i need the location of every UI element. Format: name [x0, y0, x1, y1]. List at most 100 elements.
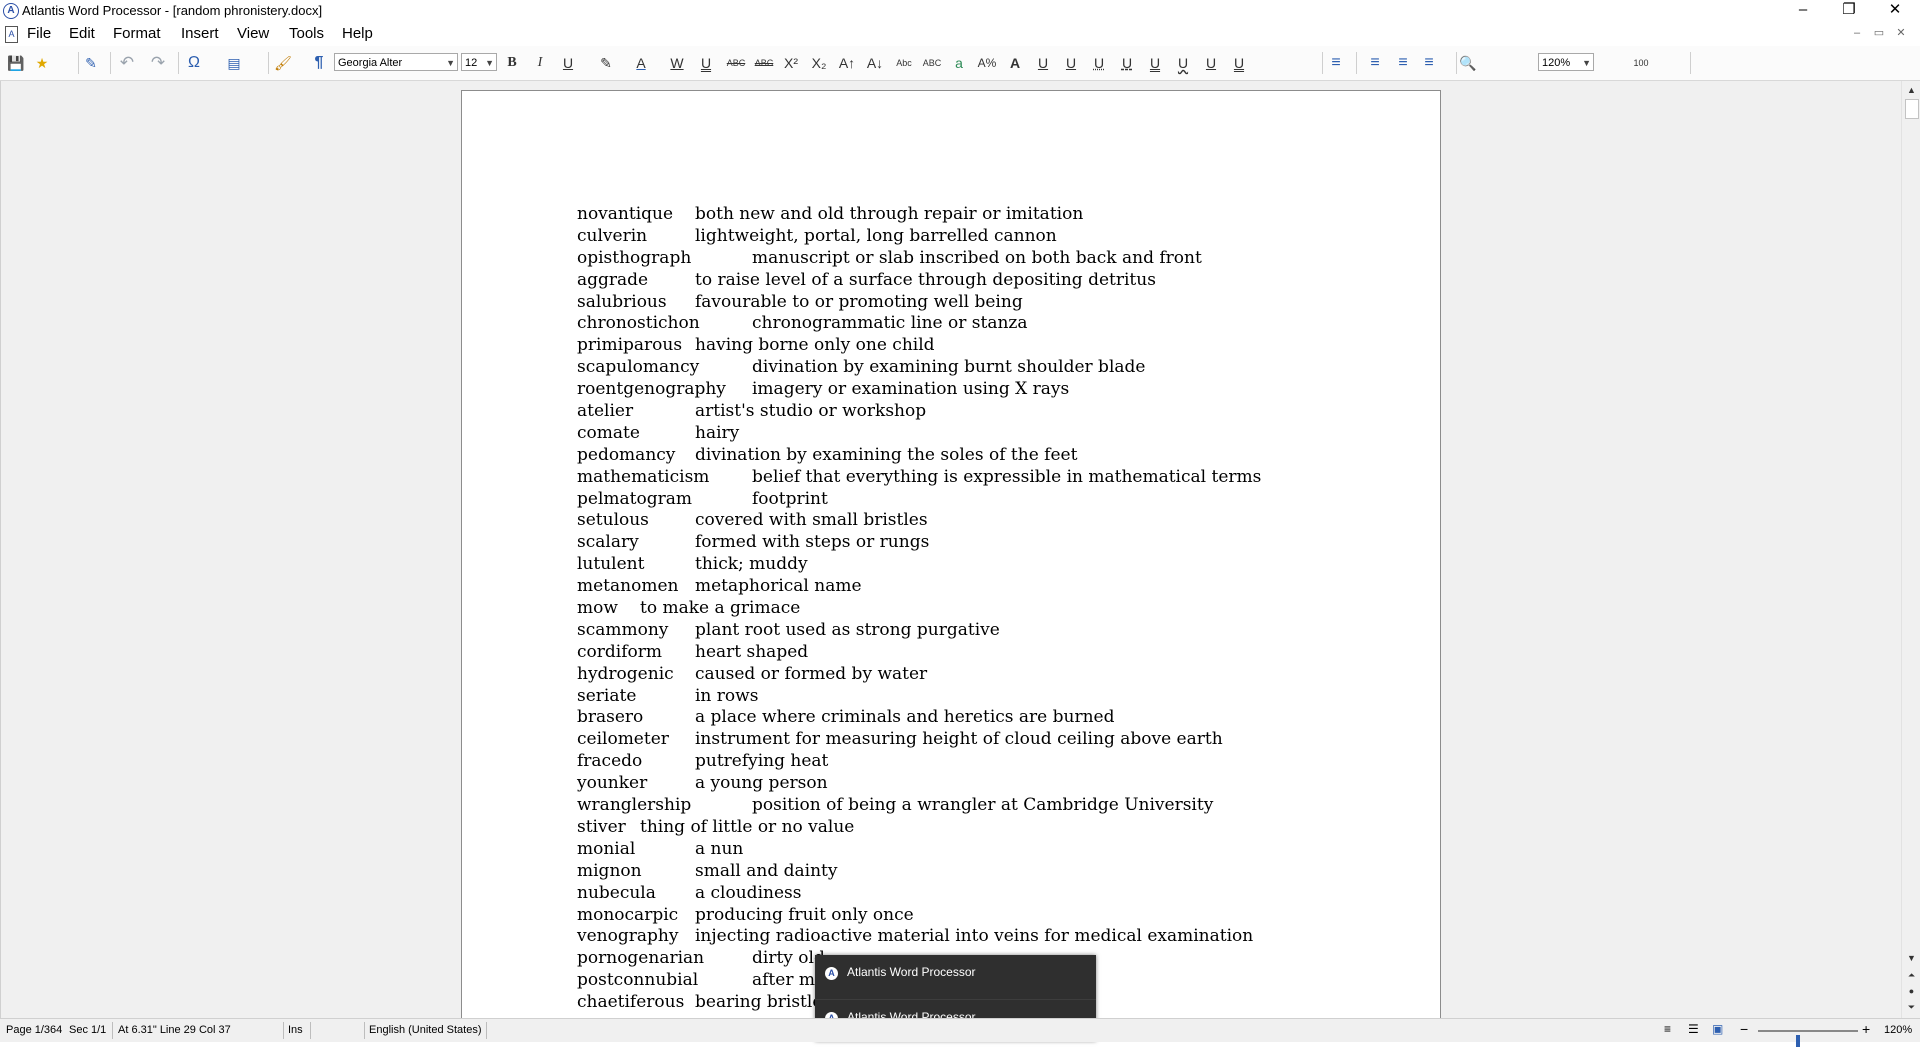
underline-style-6-icon[interactable]: U [1174, 53, 1192, 73]
status-language[interactable]: English (United States) [369, 1024, 482, 1036]
dictionary-entry[interactable]: novantique both new and old through repai… [577, 204, 1377, 226]
scroll-up-arrow-icon[interactable]: ▲ [1902, 82, 1920, 98]
scroll-down-arrow-icon[interactable]: ▼ [1902, 950, 1920, 966]
superscript-icon[interactable]: X² [780, 53, 802, 73]
character-shading-icon[interactable]: a [948, 53, 970, 73]
menu-insert[interactable]: Insert [181, 25, 219, 42]
columns-icon[interactable]: ▤ [224, 53, 244, 73]
bold-icon[interactable]: B [503, 53, 521, 73]
dictionary-entry[interactable]: hydrogenic caused or formed by water [577, 664, 1377, 686]
dictionary-entry[interactable]: aggrade to raise level of a surface throu… [577, 270, 1377, 292]
zoom-slider[interactable] [1758, 1030, 1858, 1047]
dictionary-entry[interactable]: cordiform heart shaped [577, 642, 1377, 664]
dictionary-entry[interactable]: setulous covered with small bristles [577, 510, 1377, 532]
document-workspace[interactable]: novantique both new and old through repai… [0, 81, 1901, 1018]
document-body[interactable]: novantique both new and old through repai… [577, 204, 1377, 1014]
italic-icon[interactable]: I [531, 53, 549, 73]
menu-help[interactable]: Help [342, 25, 373, 42]
close-button[interactable]: ✕ [1872, 0, 1918, 22]
dictionary-entry[interactable]: mignon small and dainty [577, 861, 1377, 883]
menu-tools[interactable]: Tools [289, 25, 324, 42]
dictionary-entry[interactable]: opisthograph manuscript or slab inscribed… [577, 248, 1377, 270]
dictionary-entry[interactable]: nubecula a cloudiness [577, 883, 1377, 905]
dictionary-entry[interactable]: younker a young person [577, 773, 1377, 795]
atlantis-app-icon[interactable]: A [3, 3, 19, 19]
dictionary-entry[interactable]: scapulomancy divination by examining burn… [577, 357, 1377, 379]
doc-close-button[interactable]: ✕ [1890, 26, 1912, 39]
strikethrough-icon[interactable]: ABC [724, 53, 748, 73]
dictionary-entry[interactable]: stiver thing of little or no value [577, 817, 1377, 839]
align-center-icon[interactable]: ≡ [1393, 53, 1413, 73]
subscript-icon[interactable]: X₂ [808, 53, 830, 73]
status-position[interactable]: At 6.31" Line 29 Col 37 [118, 1024, 231, 1036]
status-insert-mode[interactable]: Ins [288, 1024, 303, 1036]
document-page[interactable]: novantique both new and old through repai… [461, 90, 1441, 1018]
menu-view[interactable]: View [237, 25, 269, 42]
dictionary-entry[interactable]: ceilometer instrument for measuring heigh… [577, 729, 1377, 751]
underline-style-3-icon[interactable]: U [1090, 53, 1108, 73]
word-underline-icon[interactable]: W [668, 53, 686, 73]
document-icon[interactable]: A [5, 26, 18, 43]
doc-minimize-button[interactable]: – [1846, 27, 1868, 39]
pilcrow-icon[interactable]: ¶ [309, 53, 329, 73]
small-caps-icon[interactable]: Abc [892, 53, 916, 73]
dictionary-entry[interactable]: scammony plant root used as strong purgat… [577, 620, 1377, 642]
zoom-out-icon[interactable]: − [1740, 1021, 1748, 1037]
status-page[interactable]: Page 1/364 [6, 1024, 62, 1036]
outline-view-icon[interactable]: ☰ [1688, 1022, 1699, 1036]
dictionary-entry[interactable]: monial a nun [577, 839, 1377, 861]
font-color-icon[interactable]: A [632, 53, 650, 73]
underline-style-7-icon[interactable]: U [1202, 53, 1220, 73]
taskbar-window-item[interactable]: A Atlantis Word Processor [815, 955, 1096, 995]
dictionary-entry[interactable]: mow to make a grimace [577, 598, 1377, 620]
menu-file[interactable]: File [27, 25, 51, 42]
special-character-icon[interactable]: Ω [184, 53, 204, 73]
dictionary-entry[interactable]: comate hairy [577, 423, 1377, 445]
minimize-button[interactable]: – [1780, 0, 1826, 22]
next-page-icon[interactable]: ⏷ [1902, 999, 1920, 1015]
chevron-down-icon[interactable]: ▼ [1582, 54, 1591, 72]
highlight-icon[interactable]: ✎ [597, 53, 615, 73]
character-outline-icon[interactable]: A [1004, 53, 1026, 73]
zoom-slider-thumb[interactable] [1796, 1035, 1800, 1047]
line-numbering-icon[interactable]: 100 [1632, 53, 1650, 73]
shrink-font-icon[interactable]: A↓ [864, 53, 886, 73]
all-caps-icon[interactable]: ABC [920, 53, 944, 73]
scroll-thumb[interactable] [1905, 99, 1919, 119]
save-icon[interactable]: 💾 [6, 53, 26, 73]
redo-icon[interactable]: ↷ [148, 53, 168, 73]
status-section[interactable]: Sec 1/1 [69, 1024, 106, 1036]
line-spacing-icon[interactable]: ≡ [1326, 53, 1346, 73]
dictionary-entry[interactable]: lutulent thick; muddy [577, 554, 1377, 576]
zoom-combo[interactable]: 120% ▼ [1538, 53, 1594, 71]
dictionary-entry[interactable]: monocarpic producing fruit only once [577, 905, 1377, 927]
dictionary-entry[interactable]: wranglership position of being a wrangler… [577, 795, 1377, 817]
dictionary-entry[interactable]: pedomancy divination by examining the sol… [577, 445, 1377, 467]
underline-style-5-icon[interactable]: U [1146, 53, 1164, 73]
menu-format[interactable]: Format [113, 25, 161, 42]
dictionary-entry[interactable]: scalary formed with steps or rungs [577, 532, 1377, 554]
find-icon[interactable]: 🔍 [1458, 53, 1478, 73]
edit-document-icon[interactable]: ✎ [81, 53, 101, 73]
dictionary-entry[interactable]: primiparous having borne only one child [577, 335, 1377, 357]
dictionary-entry[interactable]: fracedo putrefying heat [577, 751, 1377, 773]
zoom-in-icon[interactable]: + [1862, 1021, 1870, 1037]
vertical-scrollbar[interactable]: ▲ ▼ ⏶ ● ⏷ [1901, 81, 1920, 1018]
underline-style-4-icon[interactable]: U [1118, 53, 1136, 73]
underline-style-8-icon[interactable]: U [1230, 53, 1248, 73]
underline-style-1-icon[interactable]: U [1034, 53, 1052, 73]
dictionary-entry[interactable]: brasero a place where criminals and heret… [577, 707, 1377, 729]
font-size-combo[interactable]: 12 ▼ [461, 53, 497, 71]
dictionary-entry[interactable]: salubrious favourable to or promoting wel… [577, 292, 1377, 314]
format-painter-icon[interactable]: 🖌 [273, 53, 293, 73]
doc-restore-button[interactable]: ▭ [1868, 26, 1890, 39]
dictionary-entry[interactable]: metanomen metaphorical name [577, 576, 1377, 598]
grow-font-icon[interactable]: A↑ [836, 53, 858, 73]
dictionary-entry[interactable]: atelier artist's studio or workshop [577, 401, 1377, 423]
browse-object-icon[interactable]: ● [1902, 983, 1920, 999]
dictionary-entry[interactable]: venography injecting radioactive material… [577, 926, 1377, 948]
dictionary-entry[interactable]: seriate in rows [577, 686, 1377, 708]
character-spacing-icon[interactable]: A% [976, 53, 998, 73]
chevron-down-icon[interactable]: ▼ [446, 54, 455, 72]
status-zoom[interactable]: 120% [1884, 1024, 1912, 1036]
